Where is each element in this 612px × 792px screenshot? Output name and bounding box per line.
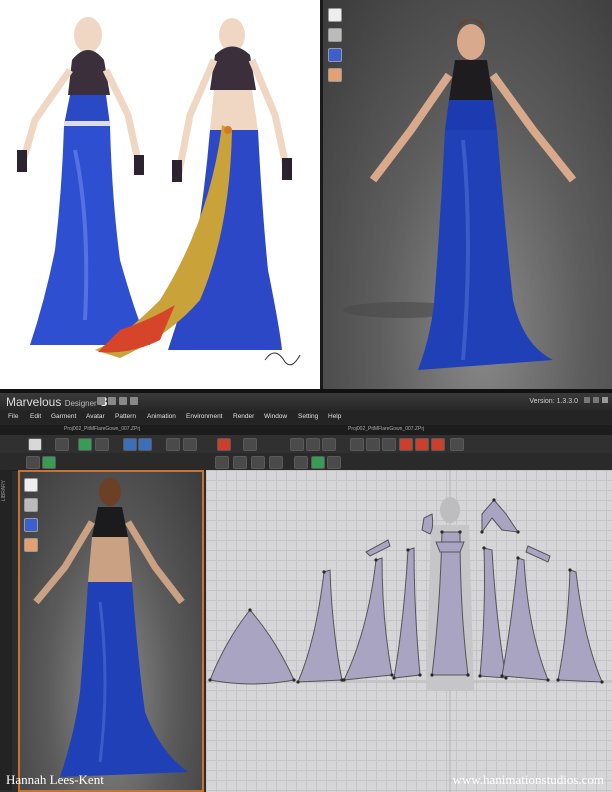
pattern-piece-collar-left[interactable] — [421, 513, 434, 535]
select-arrow-icon[interactable] — [28, 438, 42, 451]
garment-icon[interactable] — [138, 438, 152, 451]
pattern-piece-strap-right[interactable] — [525, 545, 551, 563]
shirt-icon[interactable] — [123, 438, 137, 451]
menu-environment[interactable]: Environment — [186, 413, 223, 420]
menu-help[interactable]: Help — [328, 413, 341, 420]
pattern-piece-back-right[interactable] — [557, 569, 603, 683]
app-brand: Marvelous Designer 3 — [6, 394, 107, 409]
menu-setting[interactable]: Setting — [298, 413, 318, 420]
menu-render[interactable]: Render — [233, 413, 254, 420]
menu-window[interactable]: Window — [264, 413, 287, 420]
avatar-move-icon[interactable] — [166, 438, 180, 451]
undo-icon[interactable] — [119, 397, 127, 405]
menu-file[interactable]: File — [8, 413, 18, 420]
window-controls — [584, 397, 608, 406]
render-avatar-image — [343, 19, 577, 370]
edit-sew-icon[interactable] — [251, 456, 265, 469]
fold-icon[interactable] — [78, 438, 92, 451]
add-point-icon[interactable] — [322, 438, 336, 451]
menu-animation[interactable]: Animation — [147, 413, 176, 420]
secondary-toolbar — [0, 453, 612, 471]
concept-sketch-panel — [0, 0, 320, 389]
document-tabs: Proj002_PitMFlareGown_007.ZPrj Proj002_P… — [0, 425, 612, 435]
brand-name: Marvelous — [6, 395, 62, 409]
3d-viewport[interactable] — [18, 470, 204, 792]
redo-icon[interactable] — [130, 397, 138, 405]
close-icon[interactable] — [602, 397, 608, 403]
pattern-piece-side-left[interactable] — [393, 547, 421, 679]
grid-icon[interactable] — [42, 456, 56, 469]
front-figure — [17, 17, 150, 345]
concept-sketch-image — [17, 17, 301, 366]
avatar-icon[interactable] — [183, 438, 197, 451]
version-label: Version: 1.3.3.0 — [529, 398, 578, 405]
transform-icon[interactable] — [55, 438, 69, 451]
pattern-piece-strap-left[interactable] — [365, 539, 391, 557]
dart-icon[interactable] — [399, 438, 413, 451]
internal-shape-icon[interactable] — [415, 438, 429, 451]
menu-garment[interactable]: Garment — [51, 413, 76, 420]
minimize-icon[interactable] — [584, 397, 590, 403]
render-panel — [323, 0, 612, 389]
website-credit: www.hanimationstudios.com — [452, 772, 604, 787]
library-side-tab[interactable]: LIBRARY — [0, 470, 12, 790]
sew-icon[interactable] — [450, 438, 464, 451]
measure-icon[interactable] — [327, 456, 341, 469]
pattern-piece-train[interactable] — [209, 609, 295, 685]
polygon-icon[interactable] — [366, 438, 380, 451]
marvelous-designer-window: Marvelous Designer 3 Version: 1.3.3.0 Fi… — [0, 393, 612, 792]
artist-credit: Hannah Lees-Kent — [6, 772, 104, 787]
pattern-piece-back-left[interactable] — [297, 569, 343, 683]
tack-icon[interactable] — [269, 456, 283, 469]
tab-2d-view[interactable]: Proj002_PitMFlareGown_007.ZPrj — [348, 426, 424, 432]
menu-pattern[interactable]: Pattern — [115, 413, 136, 420]
signature — [264, 352, 301, 366]
brand-sub: Designer — [64, 399, 97, 408]
tab-3d-view[interactable]: Proj002_PitMFlareGown_007.ZPrj — [64, 426, 140, 432]
segment-sew-icon[interactable] — [215, 456, 229, 469]
main-toolbar — [0, 435, 612, 454]
pin-icon[interactable] — [95, 438, 109, 451]
menu-edit[interactable]: Edit — [30, 413, 41, 420]
free-sew-icon[interactable] — [233, 456, 247, 469]
view-icon[interactable] — [26, 456, 40, 469]
pattern-piece-side-back-left[interactable] — [343, 557, 393, 681]
pattern-piece-bodice-front[interactable] — [435, 541, 465, 553]
simulate-icon[interactable] — [217, 438, 231, 451]
library-label: LIBRARY — [1, 480, 7, 502]
select-mesh-icon[interactable] — [294, 456, 308, 469]
circle-icon[interactable] — [382, 438, 396, 451]
save-icon[interactable] — [97, 397, 105, 405]
rectangle-icon[interactable] — [350, 438, 364, 451]
maximize-icon[interactable] — [593, 397, 599, 403]
menu-avatar[interactable]: Avatar — [86, 413, 105, 420]
pattern-piece-side-right[interactable] — [479, 547, 507, 679]
avatar-back-view — [33, 478, 188, 777]
pattern-pieces — [206, 470, 612, 792]
pattern-piece-yoke[interactable] — [481, 499, 520, 534]
2d-pattern-viewport[interactable] — [206, 470, 612, 792]
open-icon[interactable] — [108, 397, 116, 405]
texture-icon[interactable] — [311, 456, 325, 469]
curve-point-icon[interactable] — [306, 438, 320, 451]
menu-bar: File Edit Garment Avatar Pattern Animati… — [0, 411, 612, 426]
seam-icon[interactable] — [431, 438, 445, 451]
pattern-piece-side-back-right[interactable] — [501, 557, 549, 681]
select-pattern-icon[interactable] — [243, 438, 257, 451]
edit-point-icon[interactable] — [290, 438, 304, 451]
title-bar: Marvelous Designer 3 Version: 1.3.3.0 — [0, 393, 612, 411]
